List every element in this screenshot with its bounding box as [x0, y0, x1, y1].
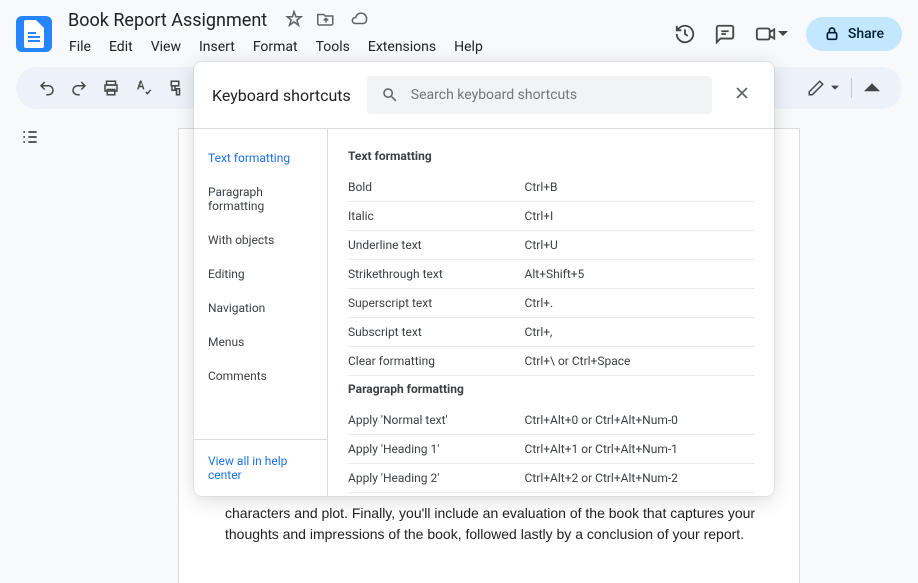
shortcut-keys: Ctrl+, [525, 325, 754, 339]
spellcheck-icon[interactable] [128, 73, 158, 103]
shortcut-row: Apply 'Normal text'Ctrl+Alt+0 or Ctrl+Al… [348, 406, 754, 435]
section-heading: Text formatting [348, 143, 754, 173]
shortcut-action: Italic [348, 209, 525, 223]
docs-logo-icon[interactable] [16, 16, 52, 52]
search-box[interactable] [367, 76, 712, 114]
shortcut-action: Apply 'Heading 2' [348, 471, 525, 485]
shortcut-row: Apply 'Heading 2'Ctrl+Alt+2 or Ctrl+Alt+… [348, 464, 754, 493]
shortcut-keys: Ctrl+Alt+1 or Ctrl+Alt+Num-1 [525, 442, 754, 456]
sidebar-item[interactable]: Editing [194, 257, 327, 291]
meet-icon[interactable] [754, 23, 788, 45]
shortcut-action: Strikethrough text [348, 267, 525, 281]
sidebar-item[interactable]: With objects [194, 223, 327, 257]
shortcut-keys: Ctrl+Alt+0 or Ctrl+Alt+Num-0 [525, 413, 754, 427]
share-button[interactable]: Share [806, 17, 902, 51]
sidebar-item[interactable]: Comments [194, 359, 327, 393]
cloud-icon[interactable] [349, 10, 369, 32]
shortcut-keys: Ctrl+. [525, 296, 754, 310]
star-icon[interactable] [285, 10, 303, 32]
dialog-content[interactable]: Text formattingBoldCtrl+BItalicCtrl+IUnd… [328, 129, 774, 496]
document-title[interactable]: Book Report Assignment [62, 8, 273, 33]
share-label: Share [848, 26, 884, 42]
shortcut-keys: Ctrl+\ or Ctrl+Space [525, 354, 754, 368]
section-heading: Paragraph formatting [348, 376, 754, 406]
print-icon[interactable] [96, 73, 126, 103]
history-icon[interactable] [674, 23, 696, 45]
menu-extensions[interactable]: Extensions [361, 35, 443, 59]
shortcut-row: Apply 'Heading 3'Ctrl+Alt+3 or Ctrl+Alt+… [348, 493, 754, 496]
dialog-sidebar: Text formattingParagraph formattingWith … [194, 129, 328, 496]
shortcut-row: Superscript textCtrl+. [348, 289, 754, 318]
shortcut-row: Subscript textCtrl+, [348, 318, 754, 347]
close-icon[interactable] [728, 79, 756, 111]
shortcut-keys: Ctrl+Alt+2 or Ctrl+Alt+Num-2 [525, 471, 754, 485]
undo-icon[interactable] [32, 73, 62, 103]
outline-icon[interactable] [20, 127, 40, 567]
shortcut-row: BoldCtrl+B [348, 173, 754, 202]
menu-insert[interactable]: Insert [192, 35, 242, 59]
shortcut-action: Superscript text [348, 296, 525, 310]
menu-tools[interactable]: Tools [309, 35, 357, 59]
shortcut-keys: Ctrl+U [525, 238, 754, 252]
shortcut-row: Apply 'Heading 1'Ctrl+Alt+1 or Ctrl+Alt+… [348, 435, 754, 464]
menu-view[interactable]: View [144, 35, 188, 59]
shortcut-keys: Ctrl+B [525, 180, 754, 194]
edit-mode-icon[interactable] [801, 73, 845, 103]
menu-help[interactable]: Help [447, 35, 490, 59]
comment-icon[interactable] [714, 23, 736, 45]
sidebar-item[interactable]: Navigation [194, 291, 327, 325]
shortcut-keys: Alt+Shift+5 [525, 267, 754, 281]
search-input[interactable] [411, 87, 698, 103]
dialog-title: Keyboard shortcuts [212, 86, 351, 105]
menu-edit[interactable]: Edit [102, 35, 140, 59]
app-header: Book Report Assignment File Edit View In… [0, 0, 918, 59]
menubar: File Edit View Insert Format Tools Exten… [62, 35, 674, 59]
paint-format-icon[interactable] [160, 73, 190, 103]
redo-icon[interactable] [64, 73, 94, 103]
shortcut-action: Underline text [348, 238, 525, 252]
shortcut-action: Apply 'Heading 1' [348, 442, 525, 456]
shortcut-action: Apply 'Normal text' [348, 413, 525, 427]
shortcut-action: Subscript text [348, 325, 525, 339]
collapse-icon[interactable] [858, 74, 886, 102]
shortcut-action: Bold [348, 180, 525, 194]
sidebar-item[interactable]: Paragraph formatting [194, 175, 327, 223]
page-text: characters and plot. Finally, you'll inc… [225, 503, 778, 546]
shortcut-row: Clear formattingCtrl+\ or Ctrl+Space [348, 347, 754, 376]
sidebar-item[interactable]: Text formatting [194, 141, 327, 175]
view-all-link[interactable]: View all in help center [194, 439, 327, 496]
search-icon [381, 86, 399, 104]
shortcut-action: Clear formatting [348, 354, 525, 368]
keyboard-shortcuts-dialog: Keyboard shortcuts Text formattingParagr… [194, 62, 774, 496]
shortcut-row: ItalicCtrl+I [348, 202, 754, 231]
menu-format[interactable]: Format [246, 35, 305, 59]
shortcut-keys: Ctrl+I [525, 209, 754, 223]
shortcut-row: Underline textCtrl+U [348, 231, 754, 260]
move-icon[interactable] [317, 10, 335, 32]
sidebar-item[interactable]: Menus [194, 325, 327, 359]
menu-file[interactable]: File [62, 35, 98, 59]
shortcut-row: Strikethrough textAlt+Shift+5 [348, 260, 754, 289]
